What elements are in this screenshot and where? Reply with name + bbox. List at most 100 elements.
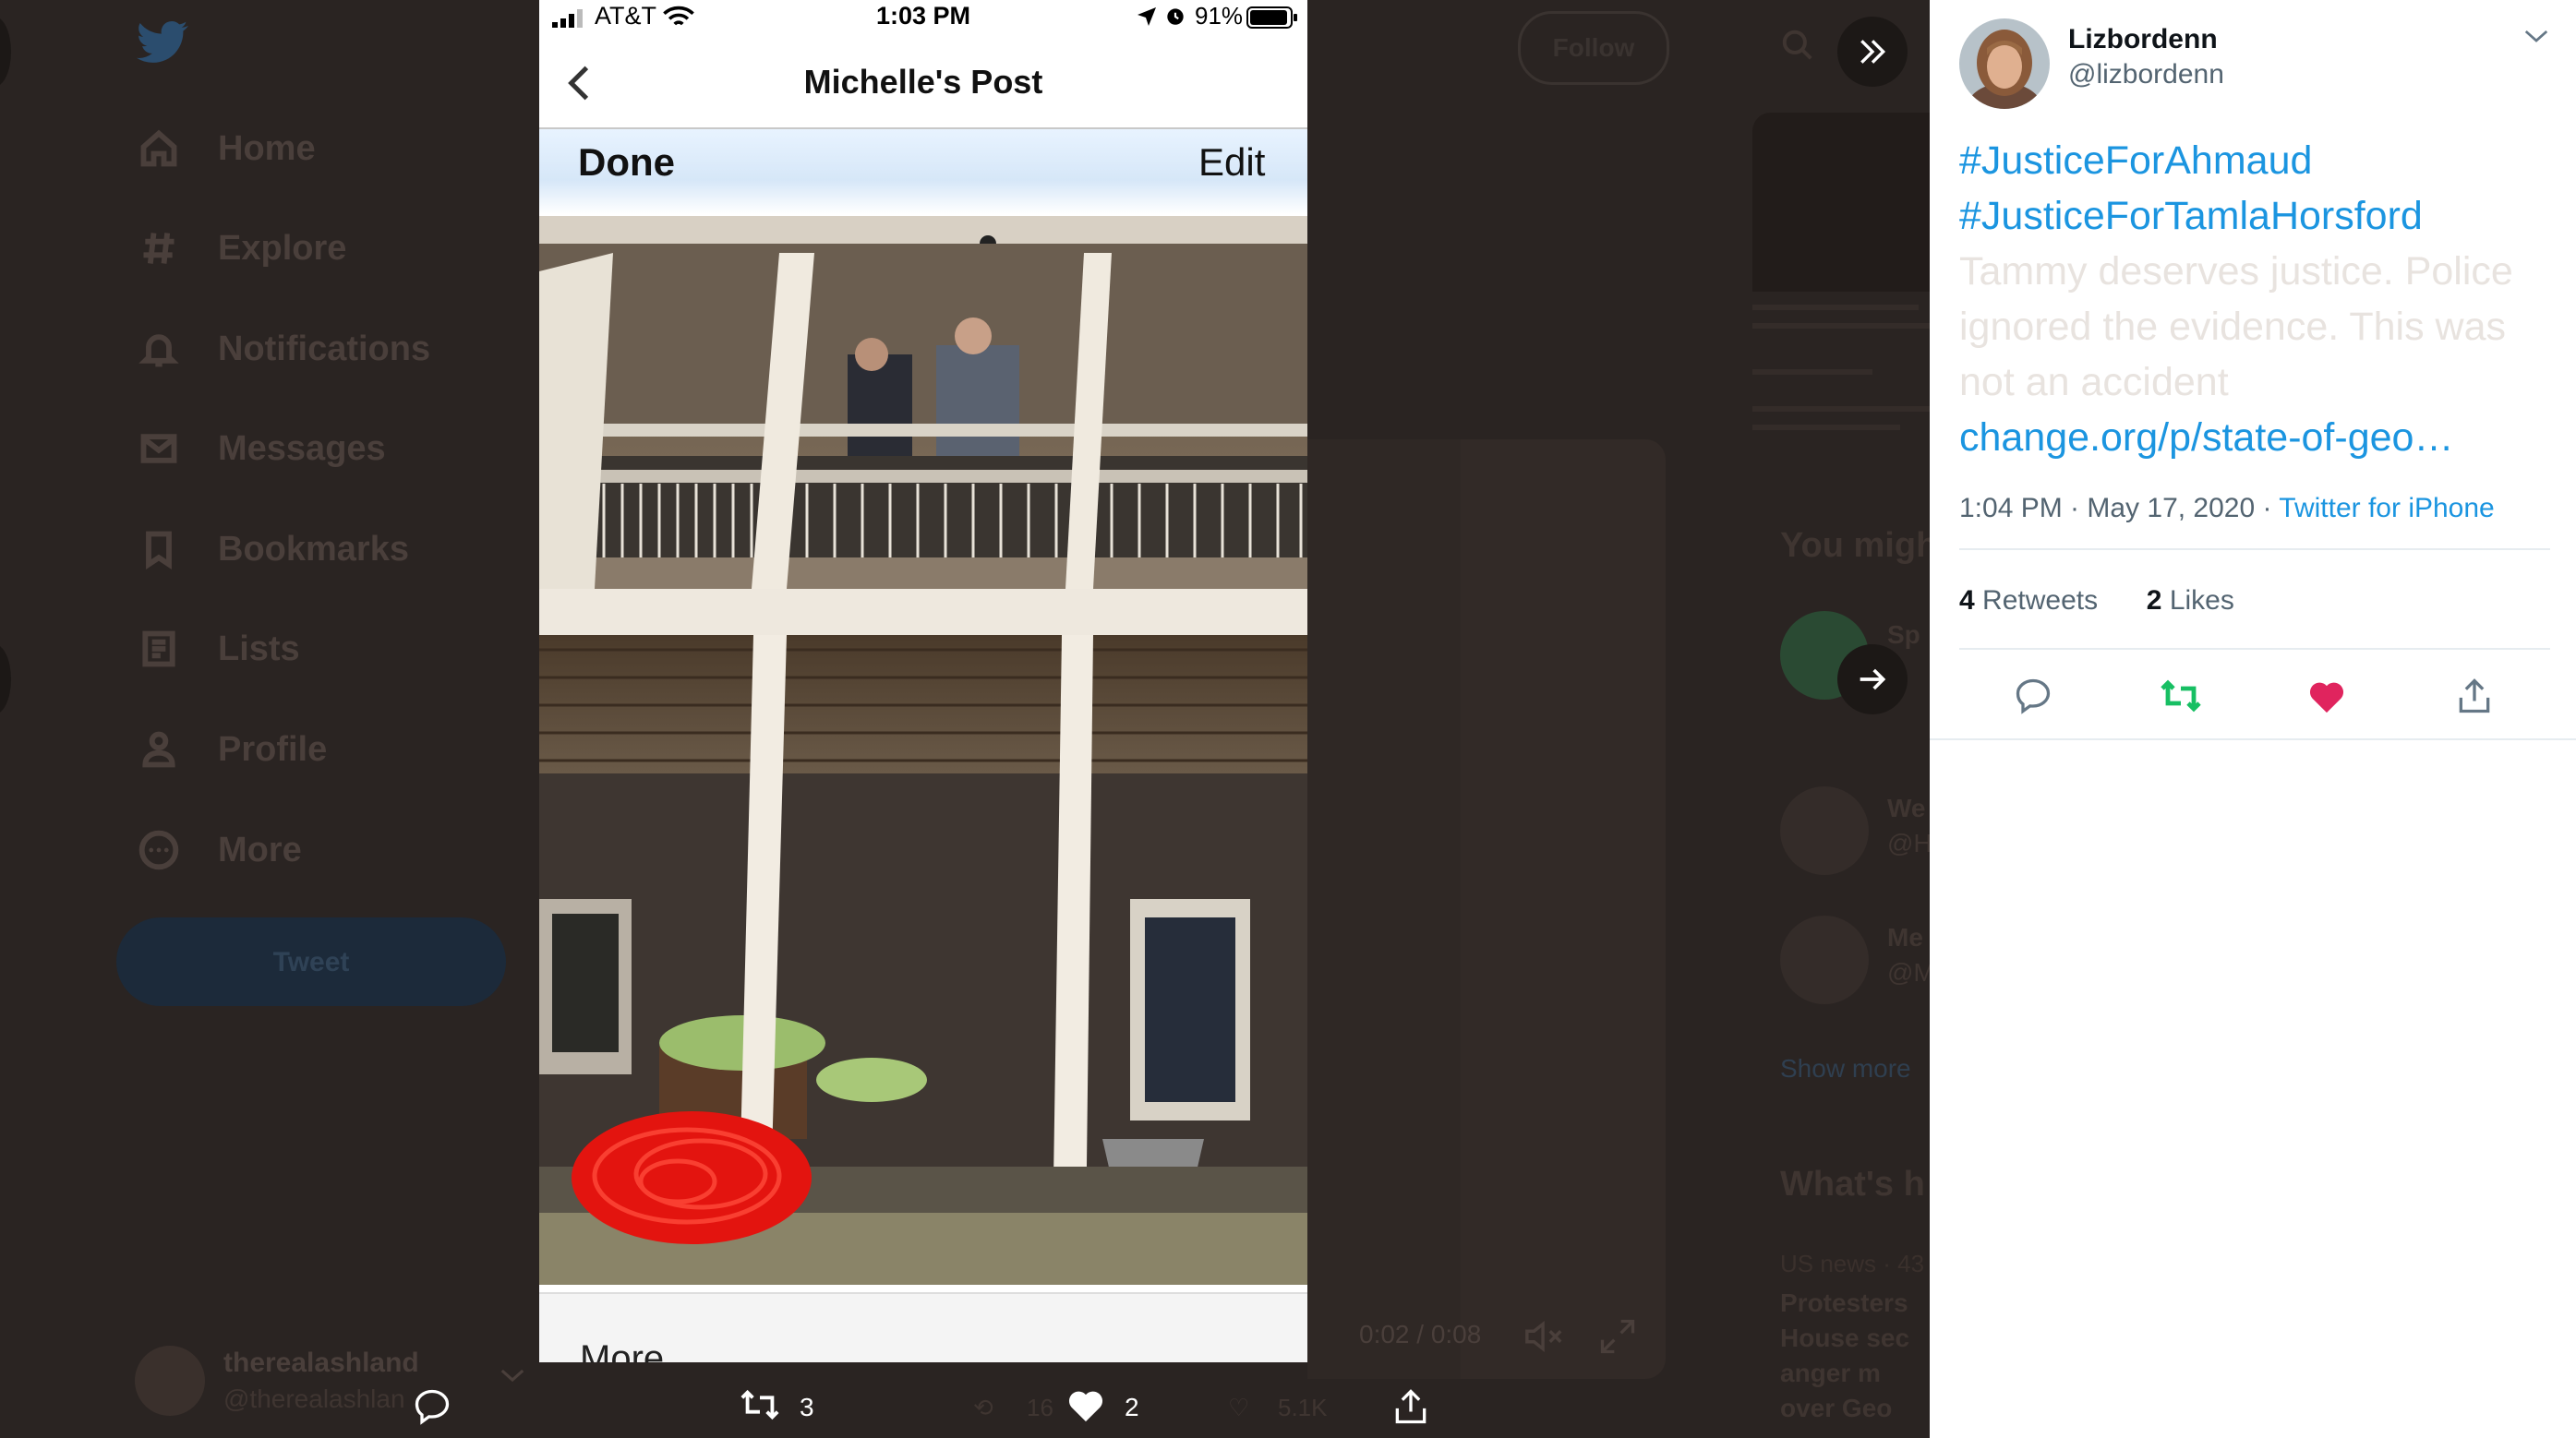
alarm-icon xyxy=(1163,4,1187,32)
show-more-link[interactable]: Show more xyxy=(1780,1054,1911,1084)
chevron-down-icon[interactable] xyxy=(499,1366,526,1389)
nav-label: Lists xyxy=(218,629,300,668)
media-image: AT&T 1:03 PM 91% Michelle's Post Done Ed… xyxy=(539,0,1307,1362)
suggestion-name: Sp xyxy=(1887,620,1920,649)
account-avatar[interactable] xyxy=(135,1346,205,1416)
like-button[interactable] xyxy=(2301,670,2353,722)
envelope-icon xyxy=(135,425,183,473)
retweet-action[interactable]: 3 xyxy=(739,1386,814,1428)
faded-retweet-icon: ⟲ xyxy=(973,1394,993,1421)
trend-text[interactable]: over Geo xyxy=(1780,1394,1892,1423)
trend-text[interactable]: Protesters xyxy=(1780,1288,1908,1318)
nav-label: Profile xyxy=(218,729,328,769)
nav-profile[interactable]: Profile xyxy=(135,717,327,782)
tweet-meta: 1:04 PM · May 17, 2020 · Twitter for iPh… xyxy=(1959,493,2495,524)
reply-button[interactable] xyxy=(2007,670,2059,722)
retweet-count: 3 xyxy=(800,1392,814,1421)
background-video-frame xyxy=(1307,439,1461,1379)
porch-photo xyxy=(539,216,1307,1285)
nav-label: More xyxy=(218,830,302,869)
retweets-stat[interactable]: 4 Retweets xyxy=(1959,585,2098,616)
nav-notifications[interactable]: Notifications xyxy=(135,317,430,381)
nav-label: Notifications xyxy=(218,329,431,368)
reply-icon xyxy=(412,1386,452,1432)
bell-icon xyxy=(135,325,183,373)
divider xyxy=(1930,738,2576,740)
share-icon xyxy=(2459,678,2490,713)
tweet-source-link[interactable]: Twitter for iPhone xyxy=(2279,493,2494,523)
more-label: More xyxy=(580,1338,665,1362)
hashtag-link[interactable]: #JusticeForAhmaud xyxy=(1959,133,2312,188)
likes-stat[interactable]: 2 Likes xyxy=(2147,585,2234,616)
avatar[interactable] xyxy=(1959,18,2050,109)
tweet-text-line: Tammy deserves justice. Police xyxy=(1959,249,2513,294)
sidebar-text-line xyxy=(1752,323,1930,329)
suggestion-avatar[interactable] xyxy=(1780,786,1869,875)
faded-heart-icon: ♡ xyxy=(1228,1394,1250,1421)
heart-icon xyxy=(1065,1386,1106,1428)
account-handle: @therealashlan xyxy=(223,1384,405,1413)
share-icon xyxy=(1390,1386,1431,1432)
nav-home[interactable]: Home xyxy=(135,116,316,181)
suggestion-name: Me xyxy=(1887,923,1923,952)
more-circle-icon xyxy=(135,826,183,874)
nav-explore[interactable]: Explore xyxy=(135,216,346,281)
battery-percent: 91% xyxy=(1195,2,1244,30)
tweet-text-line: not an accident xyxy=(1959,360,2229,404)
faded-count: 16 xyxy=(1027,1394,1053,1421)
trend-text[interactable]: House sec xyxy=(1780,1324,1909,1353)
sidebar-text-line xyxy=(1752,369,1872,375)
sidebar-card xyxy=(1752,113,1930,292)
author-name[interactable]: Lizbordenn xyxy=(2068,24,2218,55)
follow-button[interactable]: Follow xyxy=(1518,11,1669,85)
divider xyxy=(1959,648,2550,650)
nav-lists[interactable]: Lists xyxy=(135,617,300,681)
edit-button: Edit xyxy=(1198,140,1266,184)
person-icon xyxy=(135,725,183,773)
nav-messages[interactable]: Messages xyxy=(135,416,386,481)
author-handle[interactable]: @lizbordenn xyxy=(2068,59,2224,90)
tweet-button[interactable]: Tweet xyxy=(116,917,506,1006)
nav-more[interactable]: More xyxy=(135,818,302,882)
likes-label: Likes xyxy=(2169,585,2234,616)
mute-icon[interactable] xyxy=(1523,1318,1566,1360)
suggestion-name: We xyxy=(1887,794,1926,822)
hashtag-icon xyxy=(135,224,183,272)
tweet-url-link[interactable]: change.org/p/state-of-geo… xyxy=(1959,410,2453,465)
retweet-button[interactable] xyxy=(2155,670,2207,722)
location-arrow-icon xyxy=(1136,6,1158,32)
trend-text[interactable]: anger m xyxy=(1780,1359,1881,1388)
share-action[interactable] xyxy=(1390,1386,1431,1432)
trend-category: US news · 43 xyxy=(1780,1250,1925,1277)
nav-label: Bookmarks xyxy=(218,529,409,569)
collapse-panel-button[interactable] xyxy=(1837,17,1908,87)
account-name: therealashland xyxy=(223,1348,419,1378)
search-icon[interactable] xyxy=(1780,28,1815,67)
fullscreen-icon[interactable] xyxy=(1597,1316,1638,1361)
suggestion-avatar[interactable] xyxy=(1780,916,1869,1004)
next-media-button[interactable] xyxy=(1837,644,1908,714)
chevron-down-icon[interactable] xyxy=(2522,24,2550,53)
twitter-logo-icon[interactable] xyxy=(137,20,188,69)
tweet-stats: 4 Retweets 2 Likes xyxy=(1959,585,2234,617)
reply-action[interactable] xyxy=(412,1386,452,1432)
home-icon xyxy=(135,125,183,173)
divider xyxy=(1959,548,2550,550)
sidebar-text-line xyxy=(1752,406,1930,412)
phone-title: Michelle's Post xyxy=(803,63,1043,101)
hashtag-link[interactable]: #JusticeForTamlaHorsford xyxy=(1959,188,2423,244)
share-button[interactable] xyxy=(2449,670,2500,722)
tweet-text-line: ignored the evidence. This was xyxy=(1959,305,2507,349)
video-time: 0:02 / 0:08 xyxy=(1359,1320,1482,1348)
done-button: Done xyxy=(578,140,675,184)
retweets-label: Retweets xyxy=(1982,585,2099,616)
like-action[interactable]: 2 xyxy=(1065,1386,1139,1428)
nav-bookmarks[interactable]: Bookmarks xyxy=(135,517,409,581)
tweet-timestamp[interactable]: 1:04 PM · May 17, 2020 xyxy=(1959,493,2255,523)
retweet-icon xyxy=(739,1386,781,1428)
reply-icon xyxy=(2016,678,2051,714)
retweets-count: 4 xyxy=(1959,585,1975,616)
whats-happening-heading: What's h xyxy=(1780,1165,1925,1204)
double-chevron-right-icon xyxy=(1860,40,1886,64)
suggestion-handle: @M xyxy=(1887,958,1935,987)
